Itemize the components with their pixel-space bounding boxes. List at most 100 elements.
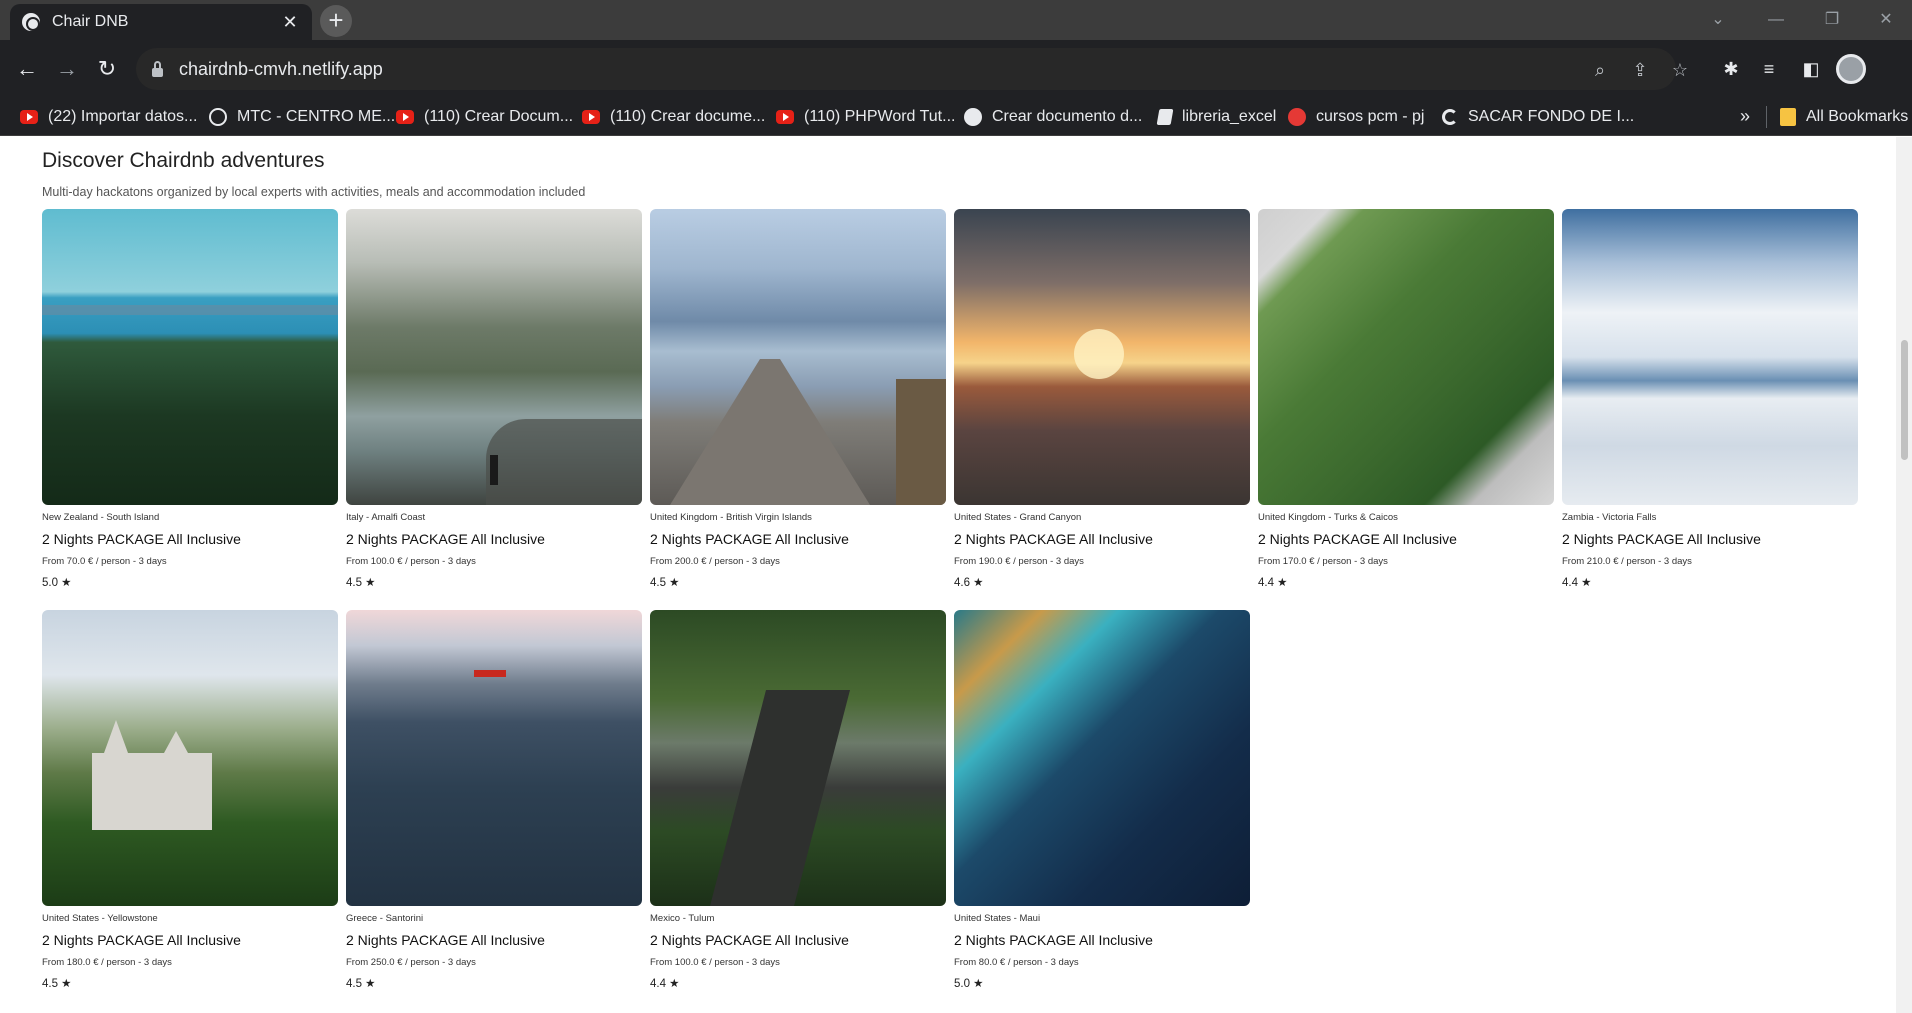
adventure-card[interactable]: United States - Maui 2 Nights PACKAGE Al… [954,610,1250,990]
card-rating: 4.5 ★ [42,978,72,990]
card-title[interactable]: 2 Nights PACKAGE All Inclusive [1562,531,1858,547]
card-title[interactable]: 2 Nights PACKAGE All Inclusive [954,531,1250,547]
tab-search-icon[interactable]: ⌄ [1690,6,1746,34]
share-icon[interactable]: ⇪ [1628,58,1652,82]
bookmark-item[interactable]: SACAR FONDO DE I... [1442,106,1634,128]
new-tab-button[interactable]: + [320,5,352,37]
card-location: Greece - Santorini [346,913,424,924]
more-bookmarks-button[interactable]: » [1740,106,1750,127]
adventure-card[interactable]: United Kingdom - British Virgin Islands … [650,209,946,589]
bookmark-item[interactable]: (22) Importar datos... [20,106,197,128]
card-title[interactable]: 2 Nights PACKAGE All Inclusive [42,932,338,948]
bookmark-item[interactable]: MTC - CENTRO ME... [209,106,395,128]
lock-icon[interactable] [152,60,163,77]
adventure-card[interactable]: Mexico - Tulum 2 Nights PACKAGE All Incl… [650,610,946,990]
card-photo[interactable] [954,209,1250,505]
globe-icon [209,108,227,126]
card-photo[interactable] [1258,209,1554,505]
bookmark-item[interactable]: (110) Crear Docum... [396,106,573,128]
bookmark-item[interactable]: Crear documento d... [964,106,1142,128]
folder-icon [1780,108,1796,126]
back-icon[interactable]: ← [12,54,42,84]
card-price: From 170.0 € / person - 3 days [1258,556,1388,567]
card-photo[interactable] [1562,209,1858,505]
page-scrollbar[interactable] [1896,137,1912,1013]
card-title[interactable]: 2 Nights PACKAGE All Inclusive [346,531,642,547]
card-photo[interactable] [42,209,338,505]
scrollbar-thumb[interactable] [1901,340,1908,460]
card-price: From 190.0 € / person - 3 days [954,556,1084,567]
card-title[interactable]: 2 Nights PACKAGE All Inclusive [346,932,642,948]
tab-strip: Chair DNB ✕ + ⌄ — ❐ ✕ [0,0,1912,40]
card-location: New Zealand - South Island [42,512,160,523]
card-price: From 180.0 € / person - 3 days [42,957,172,968]
browser-toolbar: ← → ↻ chairdnb-cmvh.netlify.app ⌕ ⇪ ☆ ✱ … [0,40,1912,98]
page-subtitle: Multi-day hackatons organized by local e… [42,185,586,199]
adventure-card[interactable]: Greece - Santorini 2 Nights PACKAGE All … [346,610,642,990]
card-photo[interactable] [954,610,1250,906]
youtube-icon [582,110,600,124]
page-title: Discover Chairdnb adventures [42,149,325,172]
card-title[interactable]: 2 Nights PACKAGE All Inclusive [650,531,946,547]
bookmarks-bar: (22) Importar datos... MTC - CENTRO ME..… [0,98,1912,136]
bookmarks-divider [1766,106,1767,128]
maximize-icon[interactable]: ❐ [1804,6,1860,34]
card-rating: 4.5 ★ [346,978,376,990]
adventure-card[interactable]: New Zealand - South Island 2 Nights PACK… [42,209,338,589]
adventure-card[interactable]: Italy - Amalfi Coast 2 Nights PACKAGE Al… [346,209,642,589]
bookmark-item[interactable]: cursos pcm - pj [1288,106,1424,128]
card-location: Mexico - Tulum [650,913,715,924]
bookmark-label: (22) Importar datos... [48,108,198,125]
card-photo[interactable] [346,610,642,906]
card-photo[interactable] [650,209,946,505]
card-photo[interactable] [42,610,338,906]
media-icon[interactable]: ≡ [1756,56,1782,82]
card-location: United States - Maui [954,913,1041,924]
card-title[interactable]: 2 Nights PACKAGE All Inclusive [1258,531,1554,547]
bookmark-label: Crear documento d... [992,108,1143,125]
bookmark-item[interactable]: libreria_excel [1156,106,1277,128]
url-text[interactable]: chairdnb-cmvh.netlify.app [179,59,383,80]
card-price: From 200.0 € / person - 3 days [650,556,780,567]
reload-icon[interactable]: ↻ [92,54,122,84]
youtube-icon [20,110,38,124]
forward-icon[interactable]: → [52,54,82,84]
adventure-card[interactable]: Zambia - Victoria Falls 2 Nights PACKAGE… [1562,209,1858,589]
bookmark-label: cursos pcm - pj [1316,108,1425,125]
card-title[interactable]: 2 Nights PACKAGE All Inclusive [42,531,338,547]
bookmark-item[interactable]: (110) PHPWord Tut... [776,106,955,128]
adventure-card[interactable]: United Kingdom - Turks & Caicos 2 Nights… [1258,209,1554,589]
card-price: From 70.0 € / person - 3 days [42,556,167,567]
bookmark-item[interactable]: (110) Crear docume... [582,106,765,128]
window-close-icon[interactable]: ✕ [1858,6,1912,34]
bookmark-label: (110) Crear docume... [610,108,766,125]
card-rating: 4.6 ★ [954,577,984,589]
card-price: From 210.0 € / person - 3 days [1562,556,1692,567]
adventure-card[interactable]: United States - Grand Canyon 2 Nights PA… [954,209,1250,589]
card-location: United States - Grand Canyon [954,512,1082,523]
close-icon[interactable]: ✕ [280,12,300,32]
extensions-icon[interactable]: ✱ [1718,56,1744,82]
adventure-card[interactable]: United States - Yellowstone 2 Nights PAC… [42,610,338,990]
address-bar[interactable]: chairdnb-cmvh.netlify.app ⌕ ⇪ ☆ [136,48,1688,90]
card-photo[interactable] [346,209,642,505]
zoom-icon[interactable]: ⌕ [1588,58,1612,82]
card-rating: 4.4 ★ [650,978,680,990]
card-location: Italy - Amalfi Coast [346,512,426,523]
profile-avatar[interactable] [1836,54,1866,84]
card-rating: 4.4 ★ [1562,577,1592,589]
card-location: United Kingdom - Turks & Caicos [1258,512,1398,523]
tab-chair-dnb[interactable]: Chair DNB ✕ [10,4,312,40]
bookmark-label: libreria_excel [1182,108,1277,125]
bookmark-star-icon[interactable]: ☆ [1668,58,1692,82]
minimize-icon[interactable]: — [1748,6,1804,34]
card-title[interactable]: 2 Nights PACKAGE All Inclusive [650,932,946,948]
document-icon [1156,109,1174,125]
all-bookmarks-button[interactable]: All Bookmarks [1780,106,1908,128]
card-location: United Kingdom - British Virgin Islands [650,512,812,523]
card-photo[interactable] [650,610,946,906]
youtube-icon [396,110,414,124]
side-panel-icon[interactable]: ◧ [1798,56,1824,82]
card-price: From 80.0 € / person - 3 days [954,957,1079,968]
card-title[interactable]: 2 Nights PACKAGE All Inclusive [954,932,1250,948]
